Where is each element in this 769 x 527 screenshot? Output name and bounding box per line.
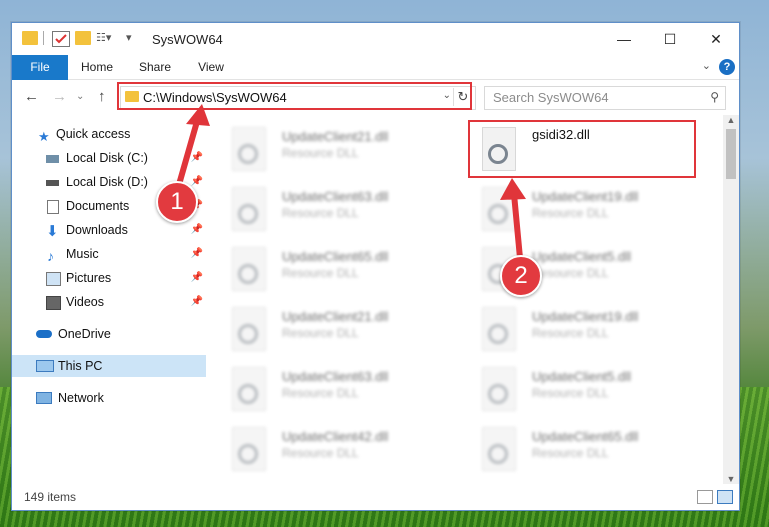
annotation-arrows (175, 104, 526, 261)
step-badge-2: 2 (500, 255, 542, 297)
step-badge-1: 1 (156, 181, 198, 223)
